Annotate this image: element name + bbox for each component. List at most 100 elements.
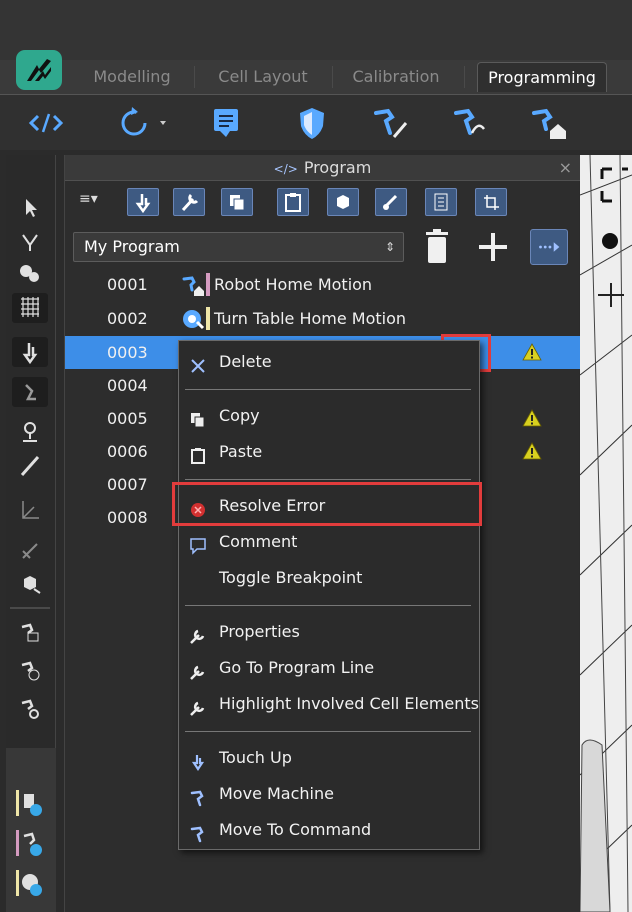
- paste-icon: [189, 443, 207, 464]
- code-icon[interactable]: [26, 103, 66, 143]
- panel-menu-button[interactable]: ≡▾: [79, 191, 98, 207]
- robot-edit-icon[interactable]: [370, 103, 410, 143]
- comment-icon: [189, 533, 207, 555]
- menu-item-properties[interactable]: Properties: [179, 615, 479, 649]
- row-label: Turn Table Home Motion: [214, 309, 407, 328]
- warning-icon[interactable]: [522, 409, 542, 427]
- wrench-icon[interactable]: [173, 188, 205, 216]
- frame-icon[interactable]: [475, 188, 507, 216]
- select-arrows-icon: ⇕: [384, 240, 395, 254]
- menu-item-label: Paste: [219, 442, 263, 461]
- tab-divider: [332, 66, 333, 88]
- menu-item-go-to-program-line[interactable]: Go To Program Line: [179, 651, 479, 685]
- menu-item-label: Copy: [219, 406, 260, 425]
- robot-frame-icon[interactable]: [12, 617, 48, 647]
- table-row[interactable]: 0001 Robot Home Motion: [65, 268, 580, 301]
- menu-item-label: Touch Up: [219, 748, 292, 767]
- shield-icon[interactable]: [292, 103, 332, 143]
- robot-status-icon[interactable]: [12, 826, 48, 860]
- paste-icon[interactable]: [277, 188, 309, 216]
- menu-item-label: Highlight Involved Cell Elements: [219, 694, 480, 713]
- touch-icon[interactable]: [127, 188, 159, 216]
- measure-icon[interactable]: [12, 535, 48, 565]
- menu-item-label: Comment: [219, 532, 298, 551]
- pointer-icon[interactable]: [12, 193, 48, 223]
- axis-icon[interactable]: [12, 495, 48, 525]
- menu-item-comment[interactable]: Comment: [179, 525, 479, 559]
- warning-icon[interactable]: [522, 343, 542, 361]
- tab-modelling[interactable]: Modelling: [80, 62, 184, 92]
- row-label: Robot Home Motion: [214, 275, 373, 294]
- delete-program-button[interactable]: [417, 227, 457, 267]
- menu-divider: [185, 731, 471, 732]
- line-number: 0007: [107, 475, 148, 494]
- robot-arm-icon: [189, 785, 207, 807]
- table-row[interactable]: 0002 Turn Table Home Motion: [65, 302, 580, 335]
- line-number: 0006: [107, 442, 148, 461]
- menu-item-label: Move To Command: [219, 820, 372, 839]
- location-icon[interactable]: [12, 417, 48, 447]
- window-header: [0, 0, 632, 60]
- touch-icon: [189, 749, 207, 771]
- robot-target-icon[interactable]: [12, 655, 48, 685]
- menu-item-label: Go To Program Line: [219, 658, 375, 677]
- paint-icon[interactable]: [12, 259, 48, 289]
- panel-header: </> Program ×: [65, 155, 580, 181]
- row-color-bar: [206, 273, 210, 296]
- wrench-icon: [189, 659, 207, 680]
- gripper-icon[interactable]: [12, 227, 48, 257]
- 3d-viewport[interactable]: [580, 155, 632, 912]
- menu-item-copy[interactable]: Copy: [179, 399, 479, 433]
- menu-item-move-machine[interactable]: Move Machine: [179, 777, 479, 811]
- menu-item-label: Delete: [219, 352, 272, 371]
- menu-item-label: Properties: [219, 622, 300, 641]
- code-icon: </>: [273, 162, 298, 176]
- copy-icon: [189, 407, 207, 428]
- menu-item-delete[interactable]: Delete: [179, 345, 479, 379]
- line-number: 0002: [107, 309, 148, 328]
- menu-item-label: Move Machine: [219, 784, 334, 803]
- close-icon[interactable]: ×: [559, 155, 572, 181]
- ribbon-toolbar: [0, 94, 632, 150]
- touch-alt-icon[interactable]: [12, 377, 48, 407]
- comment-icon[interactable]: [206, 103, 246, 143]
- resolve-error-highlight-box: [172, 482, 482, 526]
- title-bar: Modelling Cell Layout Calibration Progra…: [0, 0, 632, 94]
- robot-path-icon[interactable]: [450, 103, 490, 143]
- menu-item-toggle-breakpoint[interactable]: Toggle Breakpoint: [179, 561, 479, 595]
- robot-view-icon[interactable]: [12, 693, 48, 723]
- bottom-toolbar: [6, 748, 56, 912]
- wrench-icon: [189, 695, 207, 716]
- turntable-status-icon[interactable]: [12, 866, 48, 900]
- run-program-button[interactable]: [530, 229, 568, 265]
- paint-icon[interactable]: [375, 188, 407, 216]
- rotate-dropdown-icon[interactable]: [114, 103, 174, 143]
- cube-icon[interactable]: [12, 569, 48, 599]
- app-logo[interactable]: [16, 50, 62, 90]
- list-icon[interactable]: [425, 188, 457, 216]
- menu-item-paste[interactable]: Paste: [179, 435, 479, 469]
- tab-cell-layout[interactable]: Cell Layout: [205, 62, 321, 92]
- menu-item-touch-up[interactable]: Touch Up: [179, 741, 479, 775]
- grid-icon[interactable]: [12, 293, 48, 323]
- turntable-icon: [181, 308, 205, 330]
- warning-icon[interactable]: [522, 442, 542, 460]
- menu-divider: [185, 479, 471, 480]
- line-number: 0001: [107, 275, 148, 294]
- cube-icon[interactable]: [327, 188, 359, 216]
- ruler-icon[interactable]: [12, 451, 48, 481]
- program-select[interactable]: My Program ⇕: [73, 232, 404, 262]
- menu-item-move-to-command[interactable]: Move To Command: [179, 813, 479, 847]
- line-number: 0008: [107, 508, 148, 527]
- line-number: 0003: [107, 343, 148, 362]
- robot-home-icon: [181, 274, 205, 296]
- copy-icon[interactable]: [221, 188, 253, 216]
- gripper-status-icon[interactable]: [12, 786, 48, 820]
- program-select-value: My Program: [84, 237, 180, 256]
- robot-home-icon[interactable]: [528, 103, 568, 143]
- tab-calibration[interactable]: Calibration: [342, 62, 450, 92]
- add-program-button[interactable]: [473, 227, 513, 267]
- touch-icon[interactable]: [12, 337, 48, 367]
- tab-programming[interactable]: Programming: [477, 62, 607, 92]
- menu-item-highlight-cell-elements[interactable]: Highlight Involved Cell Elements: [179, 687, 479, 721]
